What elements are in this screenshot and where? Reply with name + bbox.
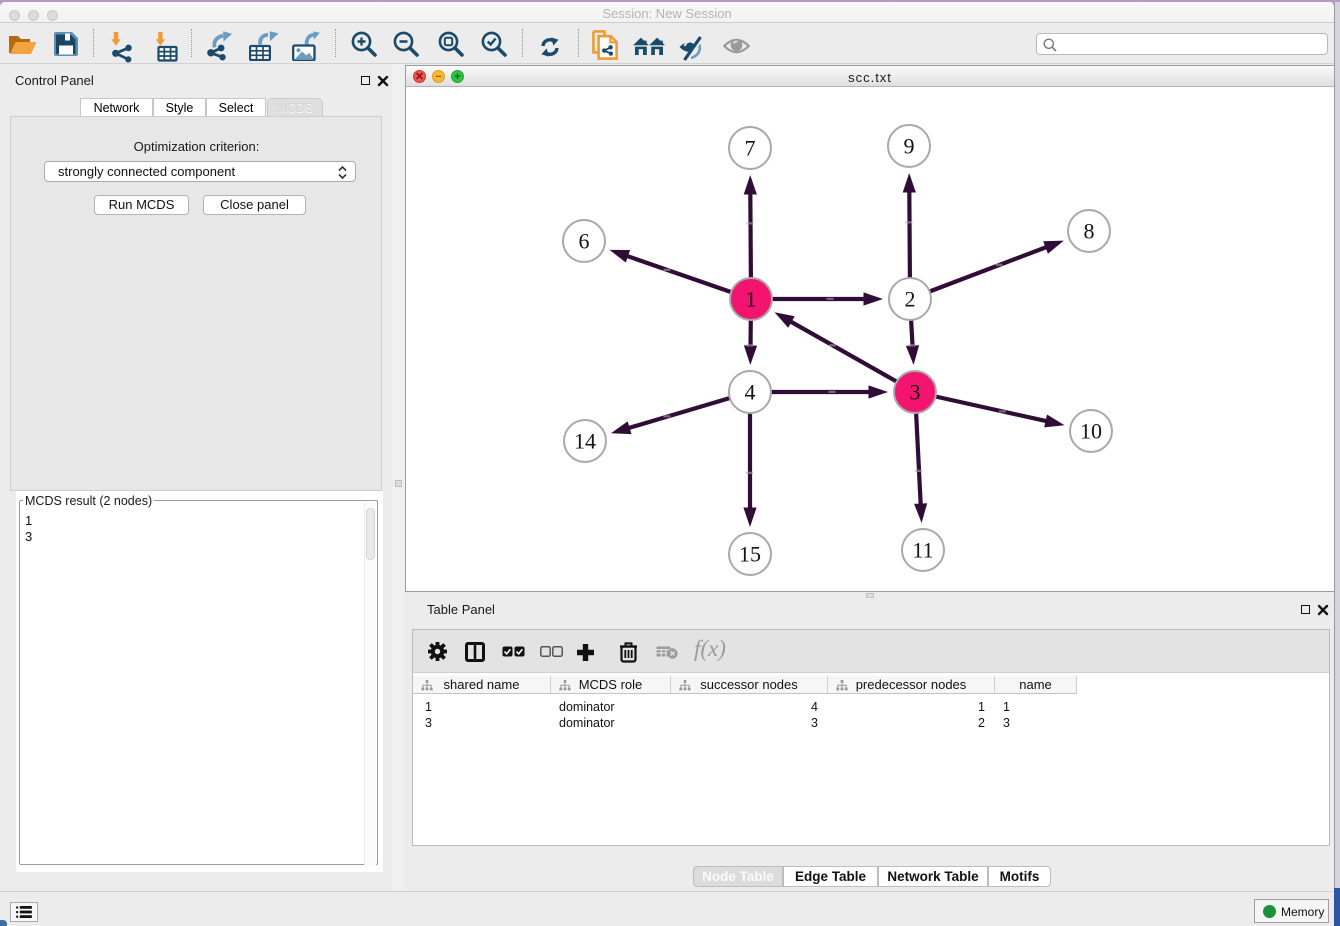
svg-text:4: 4	[745, 380, 756, 405]
svg-text:2: 2	[905, 287, 916, 312]
svg-text:1: 1	[746, 287, 757, 312]
svg-text:3: 3	[910, 380, 921, 405]
svg-text:11: 11	[912, 538, 933, 563]
svg-text:9: 9	[904, 134, 915, 159]
svg-text:15: 15	[739, 542, 761, 567]
svg-text:7: 7	[745, 136, 756, 161]
svg-text:8: 8	[1084, 219, 1095, 244]
svg-text:6: 6	[579, 229, 590, 254]
svg-text:10: 10	[1080, 419, 1102, 444]
svg-text:14: 14	[574, 429, 596, 454]
